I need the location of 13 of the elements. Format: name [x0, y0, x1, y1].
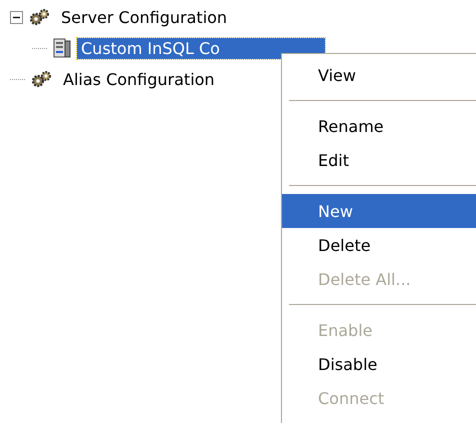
tree-item[interactable]: Custom InSQL Co	[77, 38, 325, 58]
gears-icon	[29, 8, 51, 26]
menu-item[interactable]: New	[282, 194, 476, 228]
menu-item[interactable]: Rename	[282, 109, 476, 143]
gears-icon	[31, 70, 53, 88]
menu-item[interactable]: Disable	[282, 347, 476, 381]
menu-item[interactable]: View	[282, 58, 476, 92]
server-icon	[53, 38, 71, 58]
collapse-toggle[interactable]	[10, 10, 23, 24]
menu-item[interactable]: Edit	[282, 143, 476, 177]
tree-item[interactable]: Alias Configuration	[59, 68, 219, 90]
menu-item[interactable]: Delete	[282, 228, 476, 262]
tree-item[interactable]: Server Configuration	[57, 6, 232, 28]
